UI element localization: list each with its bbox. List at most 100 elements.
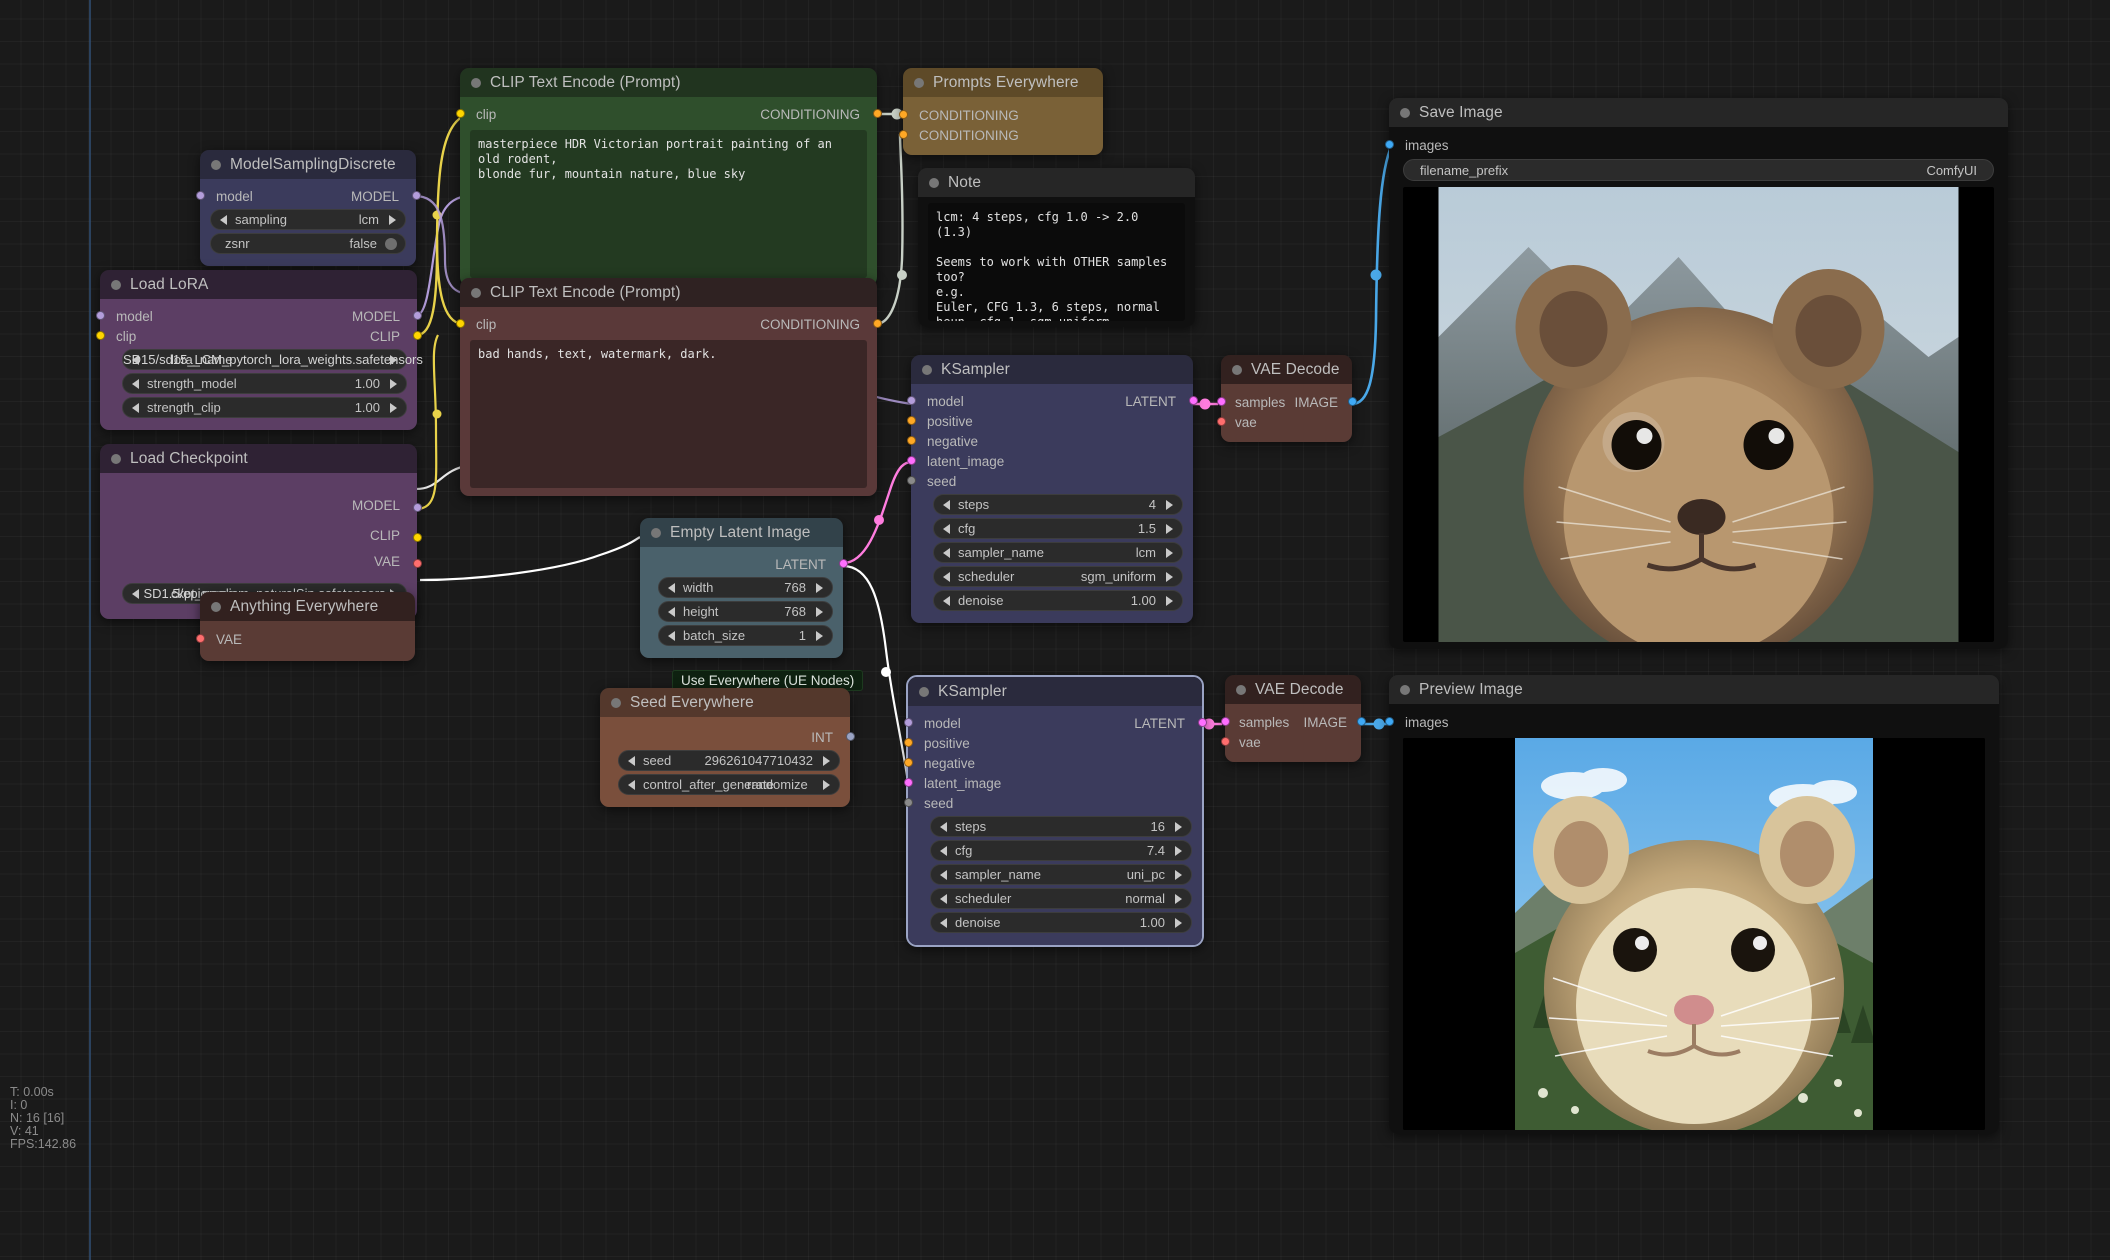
- decrement-arrow-icon[interactable]: [943, 548, 950, 558]
- input-dot-negative[interactable]: [904, 758, 913, 767]
- input-dot-vae[interactable]: [1217, 417, 1226, 426]
- collapse-dot-icon[interactable]: [211, 160, 221, 170]
- input-dot-model[interactable]: [196, 191, 205, 200]
- node-load-lora[interactable]: Load LoRA model MODEL clip CLIP SD15/sd1…: [100, 270, 417, 430]
- increment-arrow-icon[interactable]: [390, 379, 397, 389]
- input-dot-negative[interactable]: [907, 436, 916, 445]
- input-dot-vae[interactable]: [196, 634, 205, 643]
- collapse-dot-icon[interactable]: [111, 454, 121, 464]
- node-title-bar[interactable]: VAE Decode: [1225, 675, 1361, 704]
- collapse-dot-icon[interactable]: [471, 288, 481, 298]
- decrement-arrow-icon[interactable]: [668, 607, 675, 617]
- widget-sampler-name[interactable]: sampler_name uni_pc: [930, 864, 1192, 885]
- increment-arrow-icon[interactable]: [816, 583, 823, 593]
- widget-seed[interactable]: seed 296261047710432: [618, 750, 840, 771]
- decrement-arrow-icon[interactable]: [943, 524, 950, 534]
- output-dot-conditioning[interactable]: [873, 319, 882, 328]
- output-dot-clip[interactable]: [413, 533, 422, 542]
- input-dot-model[interactable]: [907, 396, 916, 405]
- node-vae-decode-top[interactable]: VAE Decode samples IMAGE vae: [1221, 355, 1352, 442]
- increment-arrow-icon[interactable]: [1166, 596, 1173, 606]
- node-ksampler-unipc[interactable]: KSampler model LATENT positive negative …: [906, 675, 1204, 947]
- increment-arrow-icon[interactable]: [1166, 572, 1173, 582]
- node-clip-text-encode-negative[interactable]: CLIP Text Encode (Prompt) clip CONDITION…: [460, 278, 877, 496]
- decrement-arrow-icon[interactable]: [940, 894, 947, 904]
- decrement-arrow-icon[interactable]: [940, 846, 947, 856]
- decrement-arrow-icon[interactable]: [940, 918, 947, 928]
- node-model-sampling-discrete[interactable]: ModelSamplingDiscrete model MODEL sampli…: [200, 150, 416, 266]
- widget-filename-prefix[interactable]: filename_prefix ComfyUI: [1403, 159, 1994, 181]
- input-dot-images[interactable]: [1385, 717, 1394, 726]
- input-dot-vae[interactable]: [1221, 737, 1230, 746]
- output-dot-image[interactable]: [1348, 397, 1357, 406]
- widget-control-after-generate[interactable]: control_after_generate randomize: [618, 774, 840, 795]
- increment-arrow-icon[interactable]: [389, 215, 396, 225]
- widget-sampler-name[interactable]: sampler_name lcm: [933, 542, 1183, 563]
- decrement-arrow-icon[interactable]: [628, 756, 635, 766]
- increment-arrow-icon[interactable]: [1166, 500, 1173, 510]
- output-dot-latent[interactable]: [1198, 718, 1207, 727]
- collapse-dot-icon[interactable]: [1400, 685, 1410, 695]
- increment-arrow-icon[interactable]: [1175, 894, 1182, 904]
- widget-steps[interactable]: steps 16: [930, 816, 1192, 837]
- output-dot-clip[interactable]: [413, 331, 422, 340]
- widget-height[interactable]: height 768: [658, 601, 833, 622]
- increment-arrow-icon[interactable]: [1166, 524, 1173, 534]
- node-title-bar[interactable]: ModelSamplingDiscrete: [200, 150, 416, 179]
- increment-arrow-icon[interactable]: [1175, 870, 1182, 880]
- widget-cfg[interactable]: cfg 7.4: [930, 840, 1192, 861]
- node-save-image[interactable]: Save Image images filename_prefix ComfyU…: [1389, 98, 2008, 649]
- node-title-bar[interactable]: Note: [918, 168, 1195, 197]
- note-textarea[interactable]: lcm: 4 steps, cfg 1.0 -> 2.0 (1.3) Seems…: [928, 203, 1185, 321]
- collapse-dot-icon[interactable]: [929, 178, 939, 188]
- decrement-arrow-icon[interactable]: [943, 596, 950, 606]
- widget-cfg[interactable]: cfg 1.5: [933, 518, 1183, 539]
- output-dot-conditioning[interactable]: [873, 109, 882, 118]
- node-title-bar[interactable]: Prompts Everywhere: [903, 68, 1103, 97]
- output-dot-vae[interactable]: [413, 559, 422, 568]
- decrement-arrow-icon[interactable]: [628, 780, 635, 790]
- comfyui-canvas[interactable]: ModelSamplingDiscrete model MODEL sampli…: [0, 0, 2110, 1260]
- increment-arrow-icon[interactable]: [1166, 548, 1173, 558]
- collapse-dot-icon[interactable]: [211, 602, 221, 612]
- node-title-bar[interactable]: CLIP Text Encode (Prompt): [460, 68, 877, 97]
- decrement-arrow-icon[interactable]: [943, 572, 950, 582]
- input-dot-images[interactable]: [1385, 140, 1394, 149]
- increment-arrow-icon[interactable]: [816, 607, 823, 617]
- decrement-arrow-icon[interactable]: [940, 822, 947, 832]
- prompt-textarea[interactable]: masterpiece HDR Victorian portrait paint…: [470, 130, 867, 278]
- widget-batch-size[interactable]: batch_size 1: [658, 625, 833, 646]
- node-vae-decode-bottom[interactable]: VAE Decode samples IMAGE vae: [1225, 675, 1361, 762]
- widget-denoise[interactable]: denoise 1.00: [933, 590, 1183, 611]
- collapse-dot-icon[interactable]: [111, 280, 121, 290]
- image-preview-container[interactable]: [1403, 187, 1994, 642]
- input-dot-seed[interactable]: [907, 476, 916, 485]
- widget-denoise[interactable]: denoise 1.00: [930, 912, 1192, 933]
- increment-arrow-icon[interactable]: [1175, 846, 1182, 856]
- prompt-textarea[interactable]: bad hands, text, watermark, dark.: [470, 340, 867, 488]
- decrement-arrow-icon[interactable]: [132, 379, 139, 389]
- output-dot-model[interactable]: [413, 503, 422, 512]
- decrement-arrow-icon[interactable]: [668, 583, 675, 593]
- node-title-bar[interactable]: VAE Decode: [1221, 355, 1352, 384]
- widget-lora-name[interactable]: SD15/sd15_LCM_pytorch_lora_weights.safet…: [122, 349, 407, 370]
- collapse-dot-icon[interactable]: [914, 78, 924, 88]
- node-title-bar[interactable]: KSampler: [911, 355, 1193, 384]
- decrement-arrow-icon[interactable]: [940, 870, 947, 880]
- collapse-dot-icon[interactable]: [651, 528, 661, 538]
- increment-arrow-icon[interactable]: [816, 631, 823, 641]
- collapse-dot-icon[interactable]: [1232, 365, 1242, 375]
- collapse-dot-icon[interactable]: [1236, 685, 1246, 695]
- input-dot-clip[interactable]: [96, 331, 105, 340]
- increment-arrow-icon[interactable]: [1175, 918, 1182, 928]
- widget-width[interactable]: width 768: [658, 577, 833, 598]
- widget-scheduler[interactable]: scheduler sgm_uniform: [933, 566, 1183, 587]
- decrement-arrow-icon[interactable]: [943, 500, 950, 510]
- node-anything-everywhere[interactable]: Anything Everywhere VAE: [200, 592, 415, 661]
- increment-arrow-icon[interactable]: [1175, 822, 1182, 832]
- toggle-icon[interactable]: [385, 238, 397, 250]
- input-dot-model[interactable]: [96, 311, 105, 320]
- node-title-bar[interactable]: CLIP Text Encode (Prompt): [460, 278, 877, 307]
- input-dot-seed[interactable]: [904, 798, 913, 807]
- widget-strength-clip[interactable]: strength_clip 1.00: [122, 397, 407, 418]
